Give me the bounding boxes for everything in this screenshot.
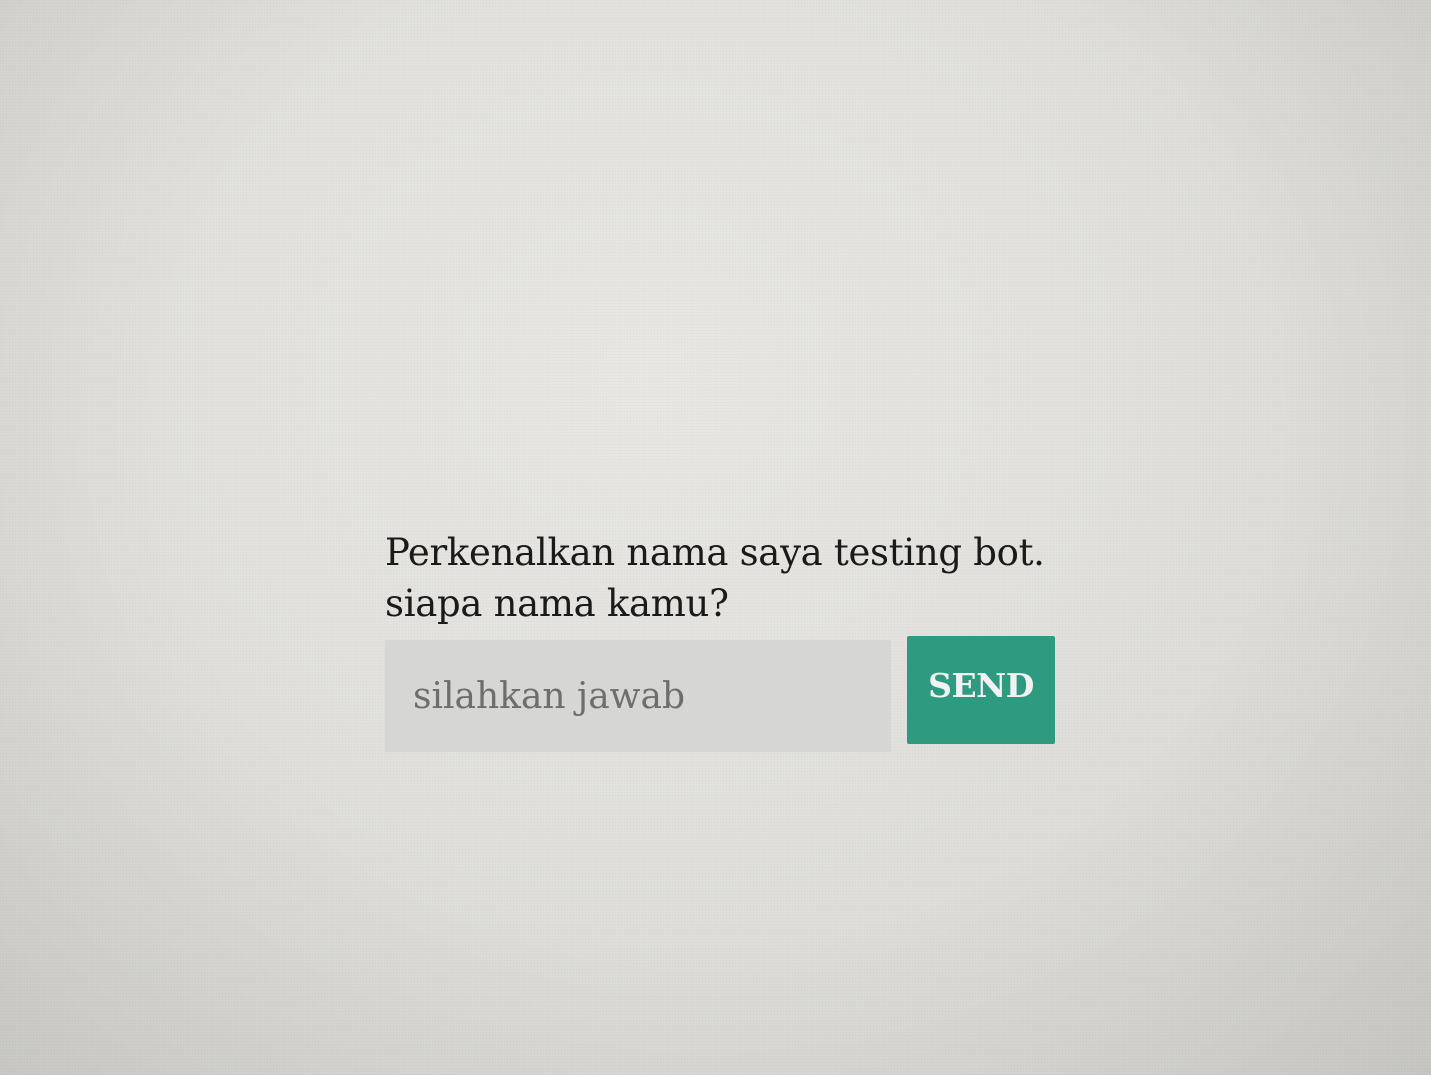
bot-message-line-2: siapa nama kamu? xyxy=(385,582,729,625)
answer-form: SEND xyxy=(385,636,1057,754)
bot-message-line-1: Perkenalkan nama saya testing bot. xyxy=(385,531,1045,574)
send-button[interactable]: SEND xyxy=(907,636,1055,744)
answer-input[interactable] xyxy=(385,640,891,752)
bot-message: Perkenalkan nama saya testing bot. siapa… xyxy=(385,527,1057,629)
bot-message-block: Perkenalkan nama saya testing bot. siapa… xyxy=(385,527,1057,629)
